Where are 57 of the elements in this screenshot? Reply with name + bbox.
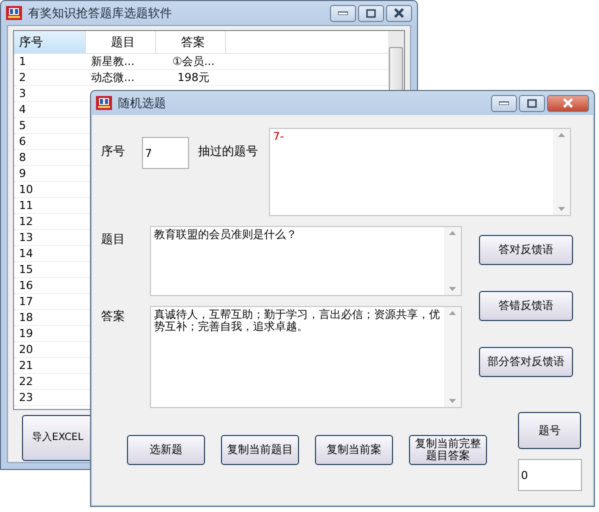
feedback-button[interactable]: 答对反馈语 (479, 235, 573, 265)
close-icon (393, 8, 405, 18)
minimize-button[interactable] (330, 4, 356, 22)
table-cell-text: 1 (18, 54, 27, 69)
table-cell-text: 19 (18, 326, 34, 341)
table-cell-text: ①会员... (171, 54, 216, 69)
app-logo-icon (96, 95, 112, 111)
action-button[interactable]: 选新题 (127, 435, 205, 465)
table-cell-text: 8 (18, 150, 27, 165)
table-cell-text: 9 (18, 166, 27, 181)
column-header[interactable]: 序号 (14, 31, 86, 53)
table-cell-text: 21 (18, 358, 34, 373)
close-button[interactable] (547, 94, 589, 112)
field-label: 题目 (101, 231, 126, 248)
table-cell-text: 4 (18, 102, 27, 117)
minimize-icon (499, 101, 509, 105)
feedback-button[interactable]: 部分答对反馈语 (479, 347, 573, 377)
field-label: 抽过的题号 (198, 143, 259, 160)
action-button[interactable]: 复制当前完整题目答案 (409, 435, 487, 465)
serial-input[interactable]: 7 (142, 137, 189, 169)
table-cell-text: 18 (18, 310, 34, 325)
action-button[interactable]: 复制当前案 (315, 435, 393, 465)
minimize-button[interactable] (491, 94, 517, 112)
table-cell-text: 2 (18, 70, 27, 85)
maximize-icon (366, 8, 376, 18)
table-cell-text: 198元 (176, 70, 210, 85)
table-cell-text: 14 (18, 246, 34, 261)
table-cell-text: 22 (18, 374, 34, 389)
table-cell-text: 6 (18, 134, 27, 149)
minimize-icon (338, 11, 348, 15)
table-cell-text: 新星教... (90, 54, 136, 69)
maximize-button[interactable] (519, 94, 545, 112)
table-cell-text: 16 (18, 278, 34, 293)
close-icon (562, 98, 574, 108)
field-label: 序号 (101, 143, 126, 160)
maximize-button[interactable] (358, 4, 384, 22)
table-cell-text: 动态微... (90, 70, 136, 85)
table-cell-text: 20 (18, 342, 34, 357)
table-cell-text: 11 (18, 198, 34, 213)
field-label: 答案 (101, 308, 126, 325)
action-button[interactable]: 复制当前题目 (221, 435, 299, 465)
maximize-icon (527, 98, 537, 108)
table-cell-text: 17 (18, 294, 34, 309)
number-button[interactable]: 题号 (518, 412, 581, 449)
feedback-button[interactable]: 答错反馈语 (479, 291, 573, 321)
table-cell-text: 5 (18, 118, 27, 133)
table-cell-text: 10 (18, 182, 34, 197)
window-title: 随机选题 (118, 94, 167, 112)
window-title: 有奖知识抢答题库选题软件 (28, 4, 173, 22)
table-cell-text: 13 (18, 230, 34, 245)
number-input[interactable]: 0 (518, 459, 582, 491)
table-cell-text: 12 (18, 214, 34, 229)
app-logo-icon (6, 5, 22, 21)
table-cell-text: 3 (18, 86, 27, 101)
table-cell-text: 15 (18, 262, 34, 277)
close-button[interactable] (386, 4, 412, 22)
table-cell-text: 23 (18, 390, 34, 405)
